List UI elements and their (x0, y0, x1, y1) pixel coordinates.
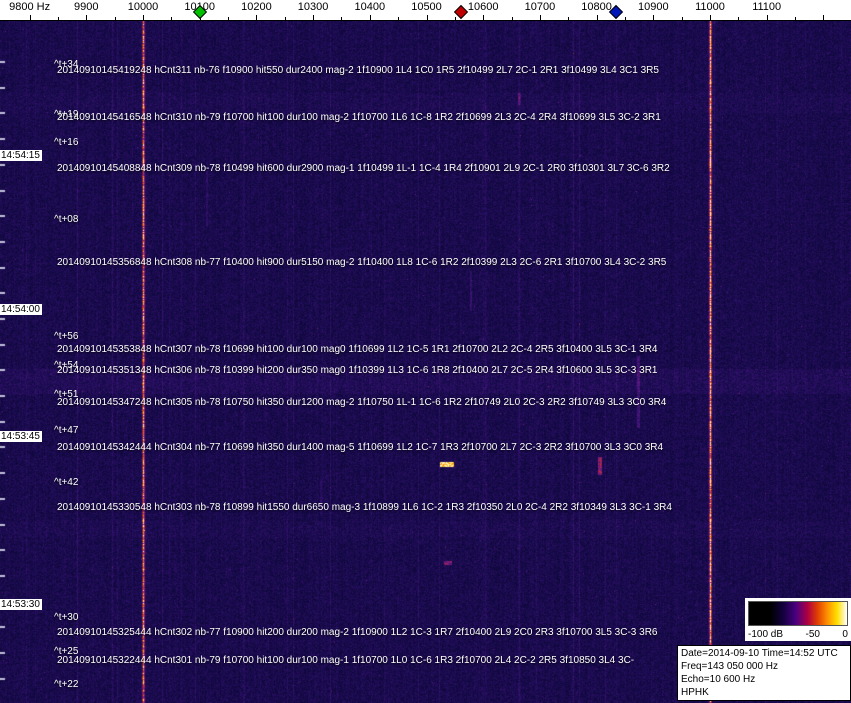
freq-label: 10300 (297, 1, 329, 13)
echo-time-tag: ^t+08 (54, 214, 79, 225)
freq-tick (341, 17, 343, 20)
freq-tick (29, 15, 31, 20)
freq-label: 11000 (695, 1, 725, 13)
freq-tick (511, 17, 513, 20)
info-frequency: Freq=143 050 000 Hz (681, 661, 779, 672)
freq-tick (369, 15, 371, 20)
freq-tick (596, 15, 598, 20)
freq-tick (171, 17, 173, 20)
freq-tick (710, 15, 711, 20)
db-mid-label: -50 (805, 629, 820, 640)
freq-tick (454, 17, 456, 20)
echo-time-tag: ^t+47 (54, 425, 79, 436)
detection-log-line: 20140910145416548 hCnt310 nb-79 f10700 h… (57, 112, 661, 123)
detection-log-line: 20140910145347248 hCnt305 nb-78 f10750 h… (57, 397, 667, 408)
freq-label: 10000 (127, 1, 159, 13)
time-label: 14:54:00 (0, 304, 42, 315)
detection-log-line: 20140910145419248 hCnt311 nb-76 f10900 h… (57, 65, 659, 76)
frequency-scale: 9800 Hz990010000101001020010300104001050… (0, 0, 851, 21)
freq-tick (143, 15, 144, 20)
freq-label: 9800 Hz (9, 1, 51, 13)
freq-tick (539, 15, 541, 20)
freq-tick (766, 15, 768, 20)
freq-tick (313, 15, 315, 20)
db-max-label: 0 (842, 629, 848, 640)
freq-tick (483, 15, 485, 20)
freq-label: 10200 (241, 1, 272, 13)
echo-time-tag: ^t+30 (54, 612, 79, 623)
freq-label: 10600 (467, 1, 499, 13)
time-label: 14:53:45 (0, 431, 42, 442)
freq-tick (624, 17, 626, 20)
freq-tick (568, 17, 570, 20)
freq-tick (398, 17, 400, 20)
db-min-label: -100 dB (748, 629, 784, 640)
freq-tick (114, 17, 116, 20)
detection-log-line: 20140910145356848 hCnt308 nb-77 f10400 h… (57, 257, 667, 268)
echo-time-tag: ^t+56 (54, 331, 79, 342)
info-station-code: HPHK (681, 687, 709, 698)
detection-log-line: 20140910145408848 hCnt309 nb-78 f10499 h… (57, 163, 670, 174)
freq-label: 10500 (411, 1, 442, 13)
detection-log-line: 20140910145322444 hCnt301 nb-79 f10700 h… (57, 655, 635, 666)
freq-label: 10400 (354, 1, 386, 13)
detection-log-line: 20140910145330548 hCnt303 nb-78 f10899 h… (57, 502, 672, 513)
freq-label: 10800 (581, 1, 612, 13)
detection-log-line: 20140910145353848 hCnt307 nb-78 f10699 h… (57, 344, 658, 355)
detection-log-line: 20140910145351348 hCnt306 nb-78 f10399 h… (57, 365, 658, 376)
info-date-time: Date=2014-09-10 Time=14:52 UTC (681, 648, 838, 659)
freq-tick (426, 15, 428, 20)
freq-tick (284, 17, 286, 20)
freq-label: 10700 (524, 1, 556, 13)
freq-label: 11100 (752, 1, 782, 13)
freq-tick (86, 15, 88, 20)
freq-label: 9900 (74, 1, 99, 13)
detection-log-line: 20140910145342444 hCnt304 nb-77 f10699 h… (57, 442, 664, 453)
time-label: 14:53:30 (0, 599, 42, 610)
freq-tick (738, 17, 740, 20)
echo-time-tag: ^t+22 (54, 679, 79, 690)
detection-log-line: 20140910145325444 hCnt302 nb-77 f10900 h… (57, 627, 658, 638)
freq-tick (681, 17, 683, 20)
time-label: 14:54:15 (0, 150, 42, 161)
spectrogram-canvas[interactable] (0, 21, 851, 703)
freq-tick (57, 17, 59, 20)
info-echo-frequency: Echo=10 600 Hz (681, 674, 756, 685)
freq-tick (256, 15, 258, 20)
station-info-box: Date=2014-09-10 Time=14:52 UTC Freq=143 … (677, 645, 851, 701)
screen: 9800 Hz990010000101001020010300104001050… (0, 0, 851, 703)
db-scale-labels: -100 dB -50 0 (748, 629, 848, 640)
freq-tick (795, 17, 797, 20)
db-scale-legend: -100 dB -50 0 (745, 598, 851, 641)
echo-time-tag: ^t+42 (54, 477, 79, 488)
color-scale-gradient (748, 601, 848, 626)
freq-tick (228, 17, 230, 20)
echo-time-tag: ^t+16 (54, 137, 79, 148)
freq-label: 10900 (638, 1, 669, 13)
freq-tick (653, 15, 655, 20)
freq-tick (823, 15, 825, 20)
